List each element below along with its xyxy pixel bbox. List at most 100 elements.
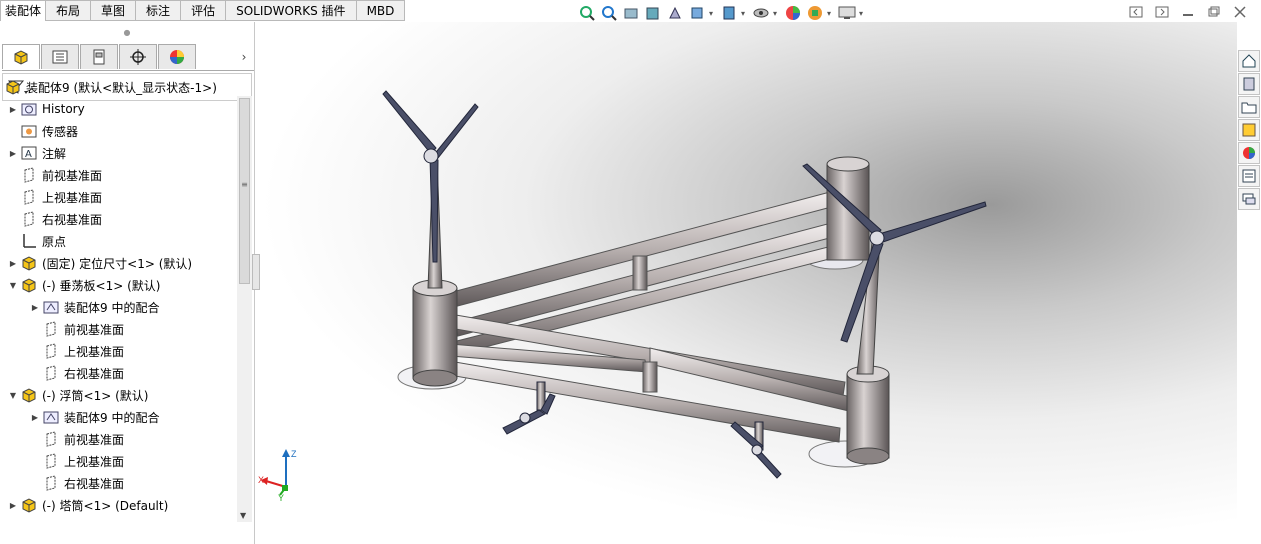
custom-properties-icon[interactable] [1238, 165, 1260, 187]
tree-item[interactable]: 右视基准面 [0, 472, 236, 494]
tree-item-label: 右视基准面 [42, 212, 103, 227]
tree-item-label: (-) 垂荡板<1> (默认) [42, 278, 161, 293]
file-explorer-icon[interactable] [1238, 96, 1260, 118]
tab-layout[interactable]: 布局 [46, 0, 92, 21]
heads-up-view-toolbar: ▾ ▾ ▾ ▾ ▾ [577, 4, 867, 22]
previous-view-icon[interactable] [621, 4, 641, 22]
tab-mbd[interactable]: MBD [356, 0, 406, 21]
collapse-left-icon[interactable] [1129, 6, 1143, 18]
configuration-manager-tab[interactable] [80, 44, 118, 69]
property-list-icon [52, 50, 68, 64]
tree-item-label: 装配体9 中的配合 [64, 410, 160, 425]
tab-evaluate[interactable]: 评估 [181, 0, 227, 21]
tree-item-label: 右视基准面 [64, 476, 125, 491]
triad-y-label: Y [278, 493, 284, 502]
chevron-down-icon[interactable]: ▾ [709, 9, 717, 18]
expand-toggle-icon[interactable]: ▶ [8, 149, 18, 158]
tree-item[interactable]: ▶ 装配体9 中的配合 [0, 406, 236, 428]
plane-icon [42, 365, 60, 381]
tree-item[interactable]: 上视基准面 [0, 186, 236, 208]
chevron-down-icon[interactable]: ▾ [773, 9, 781, 18]
view-palette-icon[interactable] [1238, 119, 1260, 141]
plane-icon [42, 475, 60, 491]
expand-toggle-icon[interactable]: ▶ [8, 259, 18, 268]
tree-item-label: 传感器 [42, 124, 79, 139]
restore-icon[interactable] [1207, 6, 1221, 18]
tree-item[interactable]: ▼ (-) 垂荡板<1> (默认) [0, 274, 236, 296]
tab-assembly[interactable]: 装配体 [0, 0, 47, 21]
plane-icon [42, 343, 60, 359]
expand-toggle-icon[interactable]: ▶ [8, 501, 18, 510]
scrollbar-thumb[interactable] [239, 98, 250, 284]
expand-toggle-icon[interactable]: ▶ [30, 413, 40, 422]
tree-item-label: 上视基准面 [42, 190, 103, 205]
forum-icon[interactable] [1238, 188, 1260, 210]
home-icon[interactable] [1238, 50, 1260, 72]
crosshair-icon [130, 49, 146, 65]
panel-splitter[interactable] [252, 254, 260, 290]
edit-appearance-icon[interactable] [783, 4, 803, 22]
tab-solidworks-addins[interactable]: SOLIDWORKS 插件 [226, 0, 357, 21]
design-library-icon[interactable] [1238, 73, 1260, 95]
feature-manager-tab[interactable] [2, 44, 40, 69]
tree-item[interactable]: 上视基准面 [0, 450, 236, 472]
hide-show-items-icon[interactable] [751, 4, 771, 22]
mates-icon [42, 299, 60, 315]
sensor-icon [20, 123, 38, 139]
expand-toggle-icon[interactable]: ▶ [8, 105, 18, 114]
graphics-area[interactable] [255, 22, 1237, 544]
view-settings-icon[interactable] [837, 4, 857, 22]
tree-scrollbar[interactable]: ≡ ▼ [237, 96, 252, 522]
close-icon[interactable] [1233, 6, 1247, 18]
expand-toggle-icon[interactable]: ▼ [8, 391, 18, 400]
dimxpert-manager-tab[interactable] [119, 44, 157, 69]
minimize-icon[interactable] [1181, 6, 1195, 18]
plane-icon [20, 211, 38, 227]
tree-item[interactable]: 右视基准面 [0, 362, 236, 384]
display-manager-tab[interactable] [158, 44, 196, 69]
tree-item-label: (-) 塔筒<1> (Default) [42, 498, 169, 513]
reference-triad: Z X Y [258, 449, 297, 502]
tree-item[interactable]: ▶ 装配体9 中的配合 [0, 296, 236, 318]
view-orientation-icon[interactable] [687, 4, 707, 22]
tab-markup[interactable]: 标注 [136, 0, 182, 21]
tree-item[interactable]: 前视基准面 [0, 164, 236, 186]
tree-item[interactable]: ▶ A 注解 [0, 142, 236, 164]
zoom-to-area-icon[interactable] [599, 4, 619, 22]
command-manager-tabs: 装配体 布局 草图 标注 评估 SOLIDWORKS 插件 MBD [0, 0, 450, 22]
chevron-right-icon[interactable]: › [234, 44, 254, 70]
tab-sketch[interactable]: 草图 [91, 0, 137, 21]
tree-item[interactable]: 右视基准面 [0, 208, 236, 230]
scroll-down-icon[interactable]: ▼ [240, 511, 246, 520]
tree-root[interactable]: 装配体9 (默认<默认_显示状态-1>) [0, 76, 236, 98]
dynamic-annotation-icon[interactable] [665, 4, 685, 22]
collapse-right-icon[interactable] [1155, 6, 1169, 18]
expand-toggle-icon[interactable]: ▼ [8, 281, 18, 290]
tree-item[interactable]: 前视基准面 [0, 428, 236, 450]
tree-item[interactable]: ▶ (固定) 定位尺寸<1> (默认) [0, 252, 236, 274]
expand-toggle-icon[interactable]: ▶ [30, 303, 40, 312]
plane-icon [20, 189, 38, 205]
chevron-down-icon[interactable]: ▾ [827, 9, 835, 18]
tree-item[interactable]: 传感器 [0, 120, 236, 142]
display-style-icon[interactable] [719, 4, 739, 22]
tree-item-label: 前视基准面 [64, 322, 125, 337]
tree-item[interactable]: ▼ (-) 浮筒<1> (默认) [0, 384, 236, 406]
apply-scene-icon[interactable] [805, 4, 825, 22]
tree-item[interactable]: ▶ (-) 塔筒<1> (Default) [0, 494, 236, 516]
tree-item-label: 上视基准面 [64, 454, 125, 469]
tree-item[interactable]: 前视基准面 [0, 318, 236, 340]
property-manager-tab[interactable] [41, 44, 79, 69]
tree-item[interactable]: 原点 [0, 230, 236, 252]
history-icon [20, 101, 38, 117]
zoom-to-fit-icon[interactable] [577, 4, 597, 22]
appearances-icon[interactable] [1238, 142, 1260, 164]
feature-tree: 装配体9 (默认<默认_显示状态-1>) ▶ History 传感器 ▶ A 注解 前视基准… [0, 76, 236, 516]
chevron-down-icon[interactable]: ▾ [741, 9, 749, 18]
frame-tubes [444, 191, 856, 443]
section-view-icon[interactable] [643, 4, 663, 22]
panel-grip[interactable]: ● [0, 22, 254, 44]
tree-item[interactable]: 上视基准面 [0, 340, 236, 362]
tree-item[interactable]: ▶ History [0, 98, 236, 120]
chevron-down-icon[interactable]: ▾ [859, 9, 867, 18]
